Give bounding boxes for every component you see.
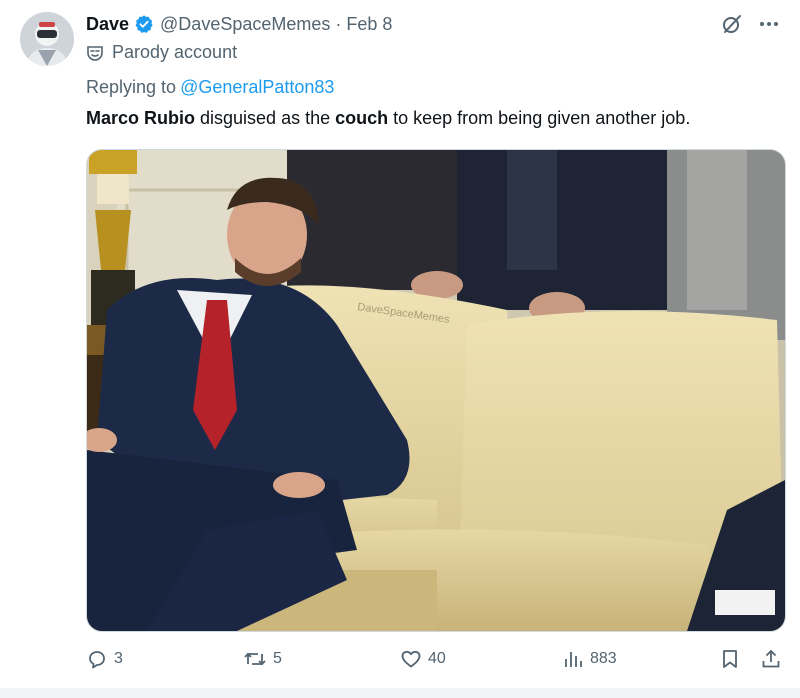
tweet-media-photo[interactable]: DaveSpaceMemes [86,149,786,632]
tweet-header: Dave @DaveSpaceMemes · Feb 8 [86,11,780,37]
photo-illustration: DaveSpaceMemes [87,150,785,631]
verified-badge-icon [134,14,154,34]
display-name[interactable]: Dave [86,14,129,35]
tweet-text-segment: disguised as the [195,108,336,128]
tweet-text-bold-name: Marco Rubio [86,108,196,128]
avatar[interactable] [20,12,74,66]
action-bar: 3 5 40 883 [86,648,782,674]
replying-prefix: Replying to [86,77,177,97]
more-icon[interactable] [758,13,780,35]
bookmark-icon [720,648,740,670]
views-icon [562,648,584,670]
share-icon [760,648,782,670]
tweet-text: Marco Rubio disguised as the couch to ke… [86,106,690,130]
views-count: 883 [590,650,617,667]
post-date[interactable]: Feb 8 [346,14,392,35]
separator-dot: · [335,13,342,34]
replying-to-mention[interactable]: @GeneralPatton83 [180,77,334,97]
repost-count: 5 [273,650,282,667]
parody-label: Parody account [86,42,237,63]
repost-button[interactable]: 5 [243,648,282,670]
user-handle[interactable]: @DaveSpaceMemes [160,14,330,35]
grok-icon[interactable] [720,12,744,36]
bottom-divider [0,688,800,698]
repost-icon [243,648,267,670]
like-count: 40 [428,650,446,667]
views-button[interactable]: 883 [562,648,617,670]
reply-button[interactable]: 3 [86,648,123,670]
parody-label-text: Parody account [112,42,238,62]
like-button[interactable]: 40 [400,648,446,670]
like-icon [400,648,422,670]
share-button[interactable] [760,648,782,670]
tweet-text-bold-couch: couch [335,108,389,128]
reply-icon [86,648,108,670]
reply-count: 3 [114,650,123,667]
bookmark-button[interactable] [720,648,740,670]
top-actions [720,12,780,36]
replying-to: Replying to @GeneralPatton83 [86,77,334,98]
tweet-text-segment-end: to keep from being given another job. [388,108,691,128]
avatar-image [20,12,74,66]
parody-mask-icon [86,44,104,62]
